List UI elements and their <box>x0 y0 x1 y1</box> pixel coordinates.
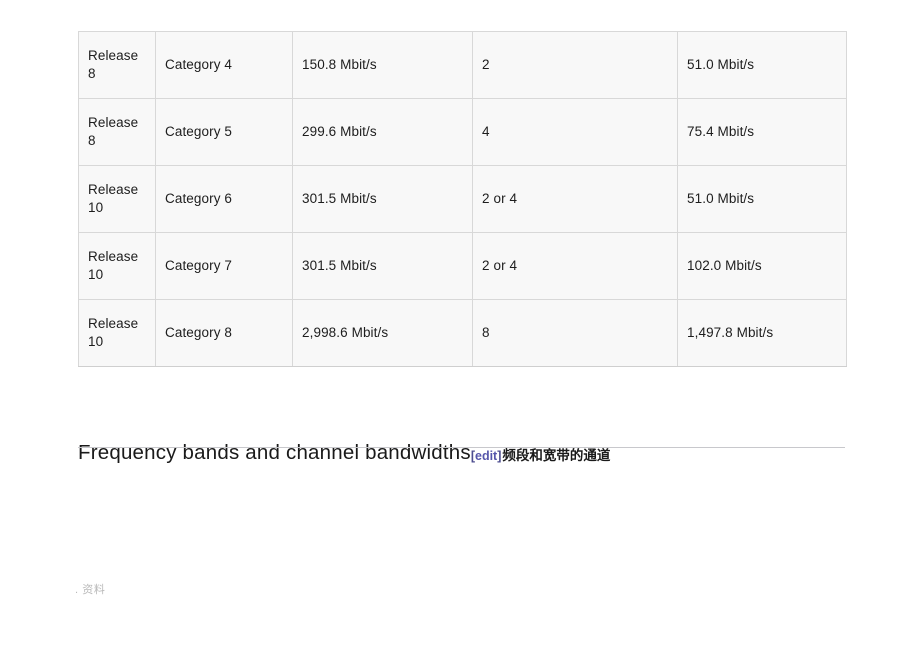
cell-category: Category 7 <box>155 232 293 300</box>
table-row: Release 10 Category 6 301.5 Mbit/s 2 or … <box>78 165 847 233</box>
cell-antennas: 8 <box>472 299 678 367</box>
table-row: Release 8 Category 4 150.8 Mbit/s 2 51.0… <box>78 31 847 99</box>
cell-uplink: 51.0 Mbit/s <box>677 31 847 99</box>
cell-category: Category 6 <box>155 165 293 233</box>
lte-category-table: Release 8 Category 4 150.8 Mbit/s 2 51.0… <box>78 31 847 367</box>
cell-release: Release 10 <box>78 299 156 367</box>
cell-category: Category 8 <box>155 299 293 367</box>
cell-category: Category 4 <box>155 31 293 99</box>
table-row: Release 8 Category 5 299.6 Mbit/s 4 75.4… <box>78 98 847 166</box>
section-title: Frequency bands and channel bandwidths <box>78 440 471 464</box>
cell-downlink: 150.8 Mbit/s <box>292 31 473 99</box>
table-row: Release 10 Category 7 301.5 Mbit/s 2 or … <box>78 232 847 300</box>
cell-downlink: 301.5 Mbit/s <box>292 165 473 233</box>
footer-note: . 资料 <box>75 584 106 596</box>
cell-downlink: 2,998.6 Mbit/s <box>292 299 473 367</box>
cell-release: Release 8 <box>78 98 156 166</box>
table-body: Release 8 Category 4 150.8 Mbit/s 2 51.0… <box>78 31 847 367</box>
cell-uplink: 75.4 Mbit/s <box>677 98 847 166</box>
cell-uplink: 1,497.8 Mbit/s <box>677 299 847 367</box>
cell-antennas: 4 <box>472 98 678 166</box>
edit-section-link[interactable]: edit <box>475 449 497 463</box>
cell-antennas: 2 or 4 <box>472 165 678 233</box>
table-row: Release 10 Category 8 2,998.6 Mbit/s 8 1… <box>78 299 847 367</box>
cell-uplink: 51.0 Mbit/s <box>677 165 847 233</box>
edit-bracket-close: ] <box>497 448 502 463</box>
cell-downlink: 301.5 Mbit/s <box>292 232 473 300</box>
cell-release: Release 10 <box>78 165 156 233</box>
section-heading: Frequency bands and channel bandwidths[e… <box>78 438 868 466</box>
cell-uplink: 102.0 Mbit/s <box>677 232 847 300</box>
cell-downlink: 299.6 Mbit/s <box>292 98 473 166</box>
section-divider <box>78 447 845 448</box>
document-page: Release 8 Category 4 150.8 Mbit/s 2 51.0… <box>0 0 920 651</box>
cell-category: Category 5 <box>155 98 293 166</box>
cell-antennas: 2 or 4 <box>472 232 678 300</box>
cell-release: Release 8 <box>78 31 156 99</box>
cell-antennas: 2 <box>472 31 678 99</box>
cell-release: Release 10 <box>78 232 156 300</box>
section-title-translation: 频段和宽带的通道 <box>502 447 611 463</box>
